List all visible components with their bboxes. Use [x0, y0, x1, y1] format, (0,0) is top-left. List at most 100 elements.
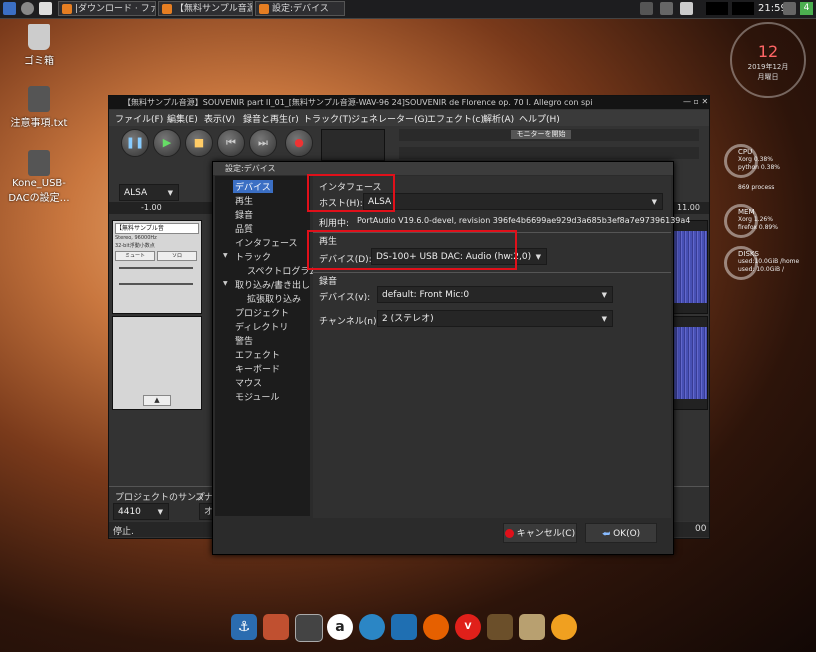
menu-view[interactable]: 表示(V) [204, 112, 235, 125]
nav-warnings[interactable]: 警告 [235, 334, 253, 347]
nav-tracks[interactable]: トラック [235, 250, 271, 263]
workspace-badge[interactable]: 4 [800, 2, 813, 15]
solo-button[interactable]: ソロ [157, 251, 197, 261]
disks-ring [724, 246, 758, 280]
nav-devices[interactable]: デバイス [233, 180, 273, 193]
tools-icon[interactable] [263, 614, 289, 640]
skip-start-button[interactable]: ⏮ [217, 129, 245, 157]
host-select[interactable]: ALSA ▼ [363, 193, 663, 210]
files-icon[interactable] [39, 2, 52, 15]
menu-file[interactable]: ファイル(F) [115, 112, 163, 125]
menu-transport[interactable]: 録音と再生(r) [243, 112, 299, 125]
nav-import-export[interactable]: 取り込み/書き出し [235, 278, 310, 291]
track-control-panel-lower[interactable]: ▲ [112, 316, 202, 410]
project-rate-combo[interactable]: 4410 ▼ [113, 503, 169, 520]
clock-month: 2019年12月 [747, 63, 789, 71]
menu-generate[interactable]: ジェネレーター(G) [351, 112, 428, 125]
menu-edit[interactable]: 編集(E) [167, 112, 198, 125]
trash-icon [28, 24, 50, 50]
track-control-panel[interactable]: 【無料サンプル音 Stereo, 96000Hz 32-bit浮動小数点 ミュー… [112, 220, 202, 314]
app-menu-icon[interactable] [3, 2, 16, 15]
menu-analyze[interactable]: 解析(A) [483, 112, 514, 125]
channels-select[interactable]: 2 (ステレオ) ▼ [377, 310, 613, 327]
dialog-title: 設定:デバイス [213, 162, 673, 175]
top-panel: |ダウンロード · ファ… 【無料サンプル音源… 設定:デバイス 21:59 4 [0, 0, 816, 19]
tools-toolbar[interactable] [321, 129, 385, 161]
playback-meter[interactable] [399, 147, 699, 159]
desktop-icon-trash[interactable]: ゴミ箱 [4, 24, 74, 67]
track-name-button[interactable]: 【無料サンプル音 [115, 223, 199, 234]
vivaldi-icon[interactable]: V [455, 614, 481, 640]
rec-device-select[interactable]: default: Front Mic:0 ▼ [377, 286, 613, 303]
network-icon[interactable] [640, 2, 653, 15]
mute-button[interactable]: ミュート [115, 251, 155, 261]
window-controls[interactable]: — ▫ ✕ [683, 97, 708, 106]
ok-button[interactable]: ⮨ OK(O) [585, 523, 657, 543]
gain-slider[interactable] [119, 267, 193, 269]
volume-icon[interactable] [680, 2, 693, 15]
cpu-widget: CPU Xorg 0.38% python 0.38% 869 process [724, 144, 810, 192]
audacity-dock-icon[interactable] [551, 614, 577, 640]
nav-playback[interactable]: 再生 [235, 194, 253, 207]
nav-mouse[interactable]: マウス [235, 376, 262, 389]
pen-icon[interactable] [487, 614, 513, 640]
annotation-highlight-playback [307, 230, 517, 270]
clock-day: 12 [757, 42, 779, 61]
clock-widget: 12 2019年12月 月曜日 [730, 22, 806, 98]
kodi-icon[interactable] [391, 614, 417, 640]
desktop-icon-notes[interactable]: 注意事項.txt [4, 86, 74, 129]
record-meter[interactable]: モニターを開始 [399, 129, 699, 141]
record-heading: 録音 [319, 277, 338, 287]
browser-icon[interactable] [21, 2, 34, 15]
nav-modules[interactable]: モジュール [235, 390, 279, 403]
stop-button[interactable]: ■ [185, 129, 213, 157]
nav-quality[interactable]: 品質 [235, 222, 253, 235]
skip-end-button[interactable]: ⏭ [249, 129, 277, 157]
expand-icon[interactable]: ▼ [223, 252, 228, 259]
vpn-icon[interactable] [359, 614, 385, 640]
nav-interface[interactable]: インタフェース [235, 236, 298, 249]
nav-keyboard[interactable]: キーボード [235, 362, 280, 375]
host-combo[interactable]: ALSA ▼ [119, 184, 179, 201]
mem-ring [724, 204, 758, 238]
indicator-box [732, 2, 754, 15]
task-settings[interactable]: 設定:デバイス [255, 1, 345, 16]
mem-widget: MEM Xorg 1.26% firefox 0.89% [724, 204, 810, 238]
indicator-box [706, 2, 728, 15]
menu-effect[interactable]: エフェクト(c) [427, 112, 484, 125]
task-downloads[interactable]: |ダウンロード · ファ… [58, 1, 156, 16]
monitor-button[interactable]: モニターを開始 [511, 130, 571, 139]
app-a-icon[interactable]: a [327, 614, 353, 640]
media-player-icon[interactable] [519, 614, 545, 640]
record-button[interactable]: ● [285, 129, 313, 157]
nav-directories[interactable]: ディレクトリ [235, 320, 288, 333]
task-audacity[interactable]: 【無料サンプル音源… [158, 1, 253, 16]
desktop-icon-dac[interactable]: Kone_USB-DACの設定… [4, 150, 74, 204]
pan-slider[interactable] [119, 283, 193, 285]
nav-extended-import[interactable]: 拡張取り込み [247, 292, 301, 305]
snap-combo[interactable]: オ [199, 503, 213, 520]
menu-help[interactable]: ヘルプ(H) [519, 112, 560, 125]
nav-effects[interactable]: エフェクト [235, 348, 280, 361]
collapse-icon[interactable]: ▲ [143, 395, 171, 406]
anchor-icon[interactable]: ⚓ [231, 614, 257, 640]
nav-projects[interactable]: プロジェクト [235, 306, 289, 319]
pause-button[interactable]: ❚❚ [121, 129, 149, 157]
nav-recording[interactable]: 録音 [235, 208, 253, 221]
menu-tracks[interactable]: トラック(T) [303, 112, 352, 125]
play-icon: ▶ [162, 136, 172, 149]
using-label: 利用中: [319, 219, 350, 229]
dock: ⚓ a V [225, 614, 595, 646]
text-file-icon [28, 86, 50, 112]
power-icon[interactable] [783, 2, 796, 15]
folder-icon [62, 4, 72, 14]
play-button[interactable]: ▶ [153, 129, 181, 157]
display-icon[interactable] [660, 2, 673, 15]
expand-icon[interactable]: ▼ [223, 280, 228, 287]
firefox-icon[interactable] [423, 614, 449, 640]
devices-panel: インタフェース ホスト(H): ALSA ▼ 利用中: PortAudio V19… [307, 174, 690, 518]
cancel-button[interactable]: キャンセル(C) [503, 523, 577, 543]
stop-icon: ■ [193, 136, 205, 149]
monitor-icon[interactable] [295, 614, 323, 642]
skip-start-icon: ⏮ [226, 136, 236, 149]
